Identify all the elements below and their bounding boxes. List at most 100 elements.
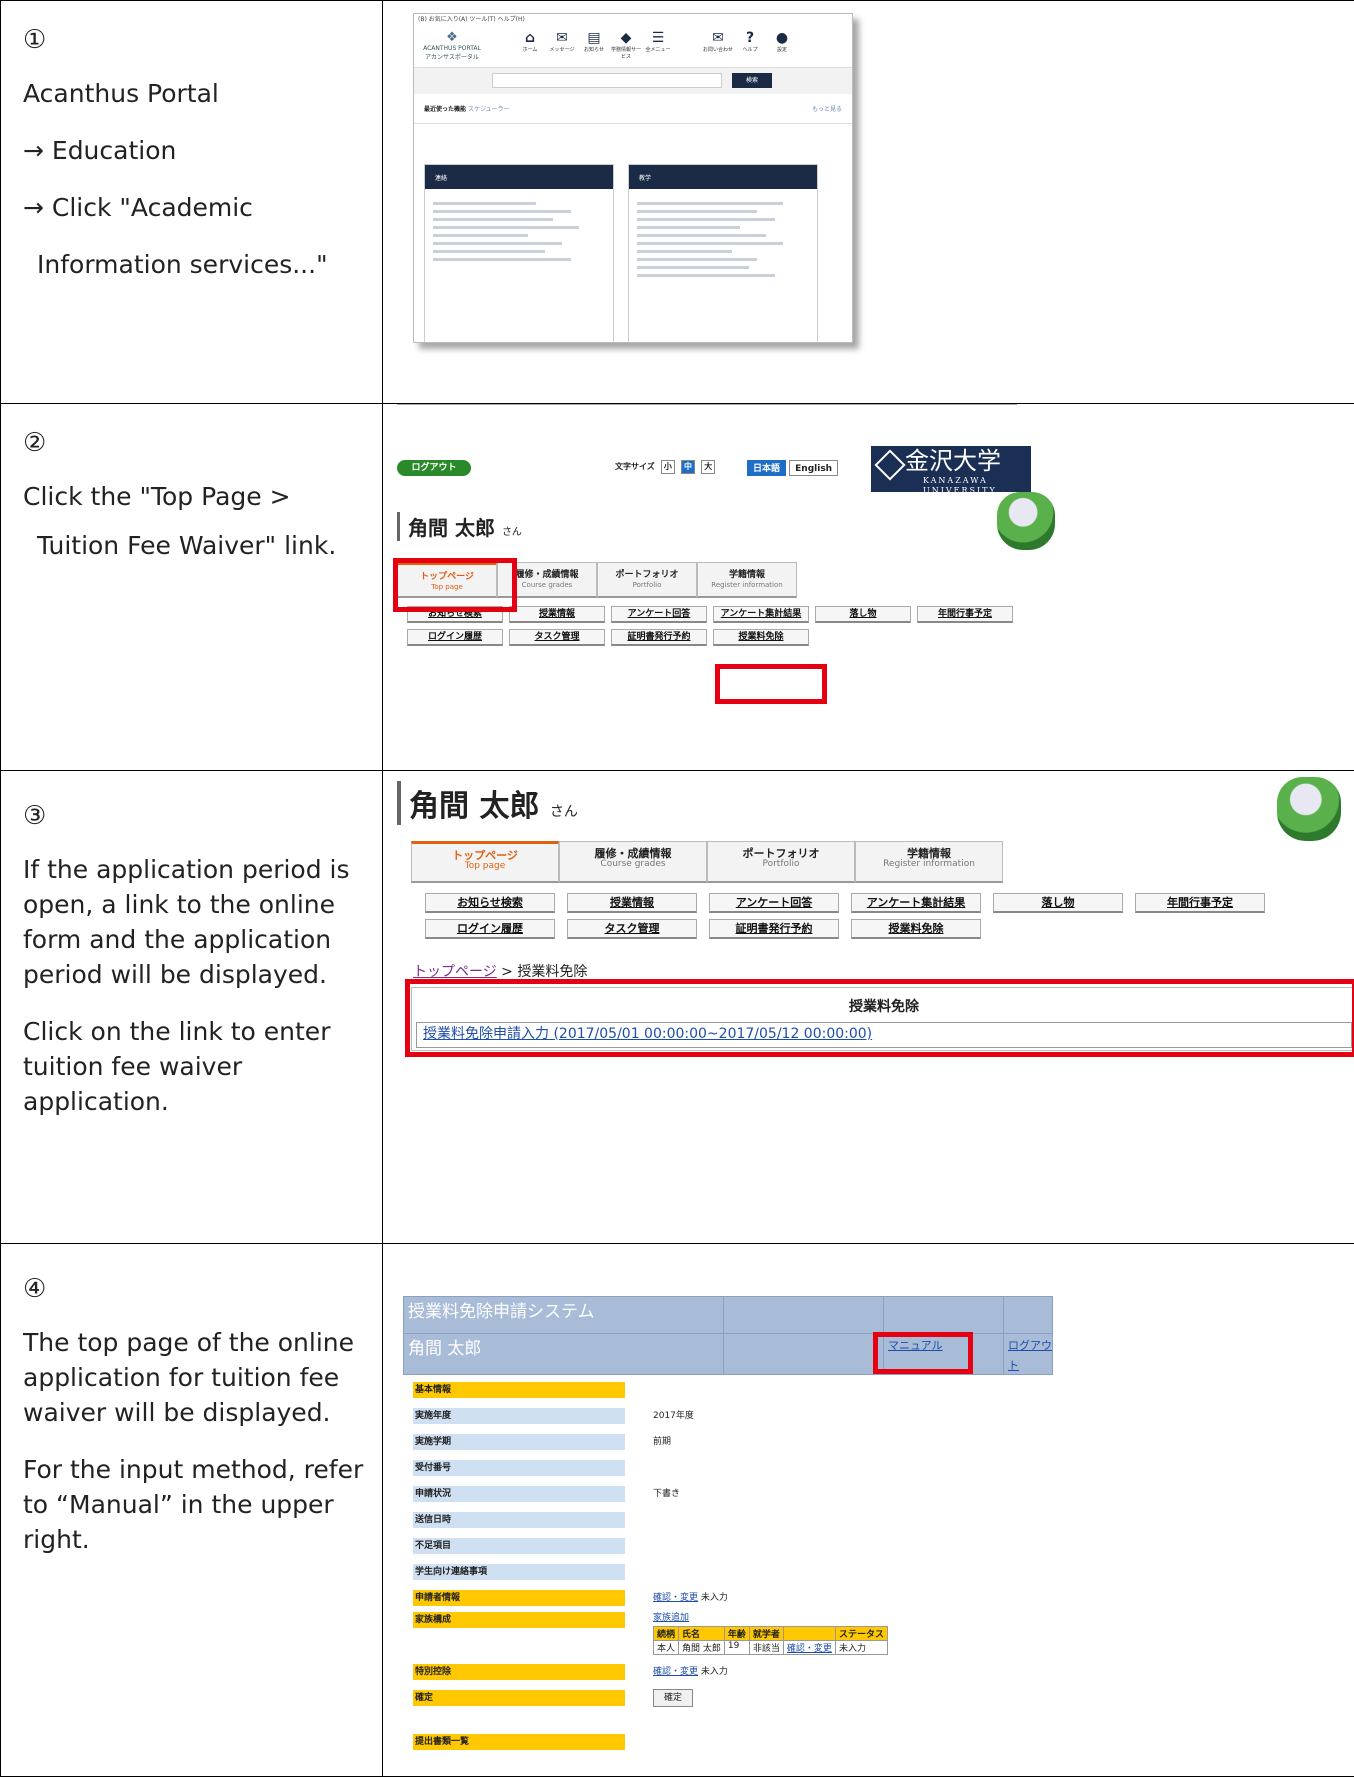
- highlight-apply-link: [405, 979, 1354, 1057]
- tab-portfolio[interactable]: ポートフォリオPortfolio: [597, 562, 697, 598]
- step-3-screenshot: 角間 太郎 さん トップページTop page 履修・成績情報Course gr…: [383, 771, 1354, 1244]
- step-4-screenshot: 授業料免除申請システム 角間 太郎 マニュアル ログアウト 基本情報 実施年度 …: [383, 1244, 1354, 1777]
- submenu-item[interactable]: 落し物: [815, 606, 911, 623]
- nav-inquiry[interactable]: ✉お問い合わせ: [702, 30, 734, 53]
- submenu-item[interactable]: 授業情報: [509, 606, 605, 623]
- breadcrumb-top-page-link[interactable]: トップページ: [413, 964, 497, 980]
- row-family: 家族構成: [413, 1612, 625, 1628]
- submenu-item[interactable]: ログイン履歴: [425, 919, 555, 939]
- portal-nav-right: ✉お問い合わせ ?ヘルプ ●設定: [702, 30, 798, 53]
- nav-home[interactable]: ⌂ホーム: [514, 30, 546, 60]
- system-user-name: 角間 太郎: [404, 1334, 724, 1375]
- row-year: 実施年度: [413, 1408, 625, 1424]
- lang-japanese-button[interactable]: 日本語: [747, 460, 786, 476]
- family-table: 続柄 氏名 年齢 就学者 ステータス 本人 角間 太郎 19 非該当 確認・変更…: [653, 1626, 888, 1655]
- submenu-item[interactable]: ログイン履歴: [407, 629, 503, 646]
- submenu-item[interactable]: タスク管理: [509, 629, 605, 646]
- submenu-item[interactable]: 落し物: [993, 893, 1123, 913]
- submenu-item[interactable]: 証明書発行予約: [611, 629, 707, 646]
- submenu-item[interactable]: 年間行事予定: [1135, 893, 1265, 913]
- tab-register-information[interactable]: 学籍情報Register information: [855, 841, 1003, 883]
- tuition-fee-waiver-page: 角間 太郎 さん トップページTop page 履修・成績情報Course gr…: [397, 777, 1354, 1057]
- nav-academic-services[interactable]: ◆学務情報サービス: [610, 30, 642, 60]
- applicant-status: 未入力: [701, 1593, 728, 1603]
- row-reception-number: 受付番号: [413, 1460, 625, 1476]
- row-status: 申請状況: [413, 1486, 625, 1502]
- submenu-item[interactable]: 証明書発行予約: [709, 919, 839, 939]
- font-medium-button[interactable]: 中: [681, 460, 695, 474]
- portal-window: (B) お気に入り(A) ツール(T) ヘルプ(H) ❖ ACANTHUS PO…: [413, 13, 853, 343]
- main-tabs: トップページTop page 履修・成績情報Course grades ポートフ…: [411, 841, 1003, 883]
- lang-english-button[interactable]: English: [789, 460, 838, 476]
- value-term: 前期: [653, 1434, 671, 1450]
- settings-icon: ●: [766, 30, 798, 46]
- family-edit-link[interactable]: 確認・変更: [787, 1644, 832, 1654]
- row-documents: 提出書類一覧: [413, 1734, 625, 1750]
- submenu-item[interactable]: アンケート回答: [709, 893, 839, 913]
- graduation-cap-icon: ◆: [610, 30, 642, 46]
- value-year: 2017年度: [653, 1408, 694, 1424]
- step-1-instructions: ① Acanthus Portal → Education → Click "A…: [1, 1, 383, 404]
- confirm-button[interactable]: 確定: [653, 1689, 693, 1707]
- submenu-item[interactable]: 授業情報: [567, 893, 697, 913]
- step-2-screenshot: ログアウト 文字サイズ 小 中 大 日本語 English 金沢大学 KANAZ…: [383, 404, 1354, 771]
- panel-contact: 連絡: [424, 164, 614, 343]
- value-status: 下書き: [653, 1486, 680, 1502]
- nav-news[interactable]: ▤お知らせ: [578, 30, 610, 60]
- step-line: → Education: [23, 133, 364, 168]
- step-line: If the application period is open, a lin…: [23, 852, 364, 992]
- font-small-button[interactable]: 小: [661, 460, 675, 474]
- step-line: For the input method, refer to “Manual” …: [23, 1452, 364, 1557]
- submenu-item[interactable]: 年間行事予定: [917, 606, 1013, 623]
- nav-all-menu[interactable]: ☰全メニュー: [642, 30, 674, 60]
- submenu-item-tuition-fee-waiver[interactable]: 授業料免除: [851, 919, 981, 939]
- recent-functions: 最近使った機能 スケジューラー もっと見る: [414, 94, 852, 124]
- row-confirm: 確定: [413, 1690, 625, 1706]
- tab-register-information[interactable]: 学籍情報Register information: [697, 562, 797, 598]
- nav-help[interactable]: ?ヘルプ: [734, 30, 766, 53]
- portal-search-button[interactable]: 検索: [732, 73, 772, 88]
- table-row: 本人 角間 太郎 19 非該当 確認・変更 未入力: [654, 1641, 888, 1655]
- step-line: → Click "Academic: [23, 190, 364, 225]
- submenu-item[interactable]: タスク管理: [567, 919, 697, 939]
- step-line: Click on the link to enter tuition fee w…: [23, 1014, 364, 1119]
- nav-messages[interactable]: ✉メッセージ: [546, 30, 578, 60]
- portal-header: ❖ ACANTHUS PORTAL アカンサスポータル ⌂ホーム ✉メッセージ …: [414, 24, 852, 68]
- font-large-button[interactable]: 大: [701, 460, 715, 474]
- step-1-screenshot: (B) お気に入り(A) ツール(T) ヘルプ(H) ❖ ACANTHUS PO…: [383, 1, 1354, 404]
- submenu-item[interactable]: アンケート集計結果: [851, 893, 981, 913]
- submenu: お知らせ検索 授業情報 アンケート回答 アンケート集計結果 落し物 年間行事予定…: [407, 606, 1013, 646]
- row-missing-items: 不足項目: [413, 1538, 625, 1554]
- tab-top-page[interactable]: トップページTop page: [411, 841, 559, 883]
- portal-nav: ⌂ホーム ✉メッセージ ▤お知らせ ◆学務情報サービス ☰全メニュー: [514, 30, 674, 60]
- help-icon: ?: [734, 30, 766, 46]
- applicant-edit-link[interactable]: 確認・変更: [653, 1593, 698, 1603]
- system-title: 授業料免除申請システム: [404, 1297, 724, 1334]
- portal-logo[interactable]: ❖ ACANTHUS PORTAL アカンサスポータル: [422, 30, 482, 61]
- logout-button[interactable]: ログアウト: [397, 460, 471, 476]
- submenu-item[interactable]: アンケート回答: [611, 606, 707, 623]
- special-edit-link[interactable]: 確認・変更: [653, 1667, 698, 1677]
- submenu-item-tuition-fee-waiver[interactable]: 授業料免除: [713, 629, 809, 646]
- highlight-top-page: [393, 558, 517, 612]
- row-applicant-info: 申請者情報: [413, 1590, 625, 1606]
- browser-menubar: (B) お気に入り(A) ツール(T) ヘルプ(H): [414, 14, 852, 24]
- step-line: Tuition Fee Waiver" link.: [23, 528, 364, 563]
- font-size-selector: 文字サイズ 小 中 大: [612, 460, 715, 475]
- tab-portfolio[interactable]: ポートフォリオPortfolio: [707, 841, 855, 883]
- submenu: お知らせ検索 授業情報 アンケート回答 アンケート集計結果 落し物 年間行事予定…: [425, 893, 1265, 939]
- portal-search-input[interactable]: [492, 73, 722, 88]
- recent-link[interactable]: スケジューラー: [468, 106, 510, 113]
- family-add-link[interactable]: 家族追加: [653, 1613, 689, 1623]
- logout-link[interactable]: ログアウト: [1008, 1339, 1052, 1372]
- submenu-item[interactable]: お知らせ検索: [425, 893, 555, 913]
- flower-icon: ❖: [422, 30, 482, 45]
- row-basic-info: 基本情報: [413, 1382, 625, 1398]
- more-link[interactable]: もっと見る: [812, 104, 842, 113]
- user-name: 角間 太郎 さん: [397, 781, 578, 825]
- submenu-item[interactable]: アンケート集計結果: [713, 606, 809, 623]
- step-4-instructions: ④ The top page of the online application…: [1, 1244, 383, 1777]
- tab-course-grades[interactable]: 履修・成績情報Course grades: [559, 841, 707, 883]
- nav-settings[interactable]: ●設定: [766, 30, 798, 53]
- step-2-instructions: ② Click the "Top Page > Tuition Fee Waiv…: [1, 404, 383, 771]
